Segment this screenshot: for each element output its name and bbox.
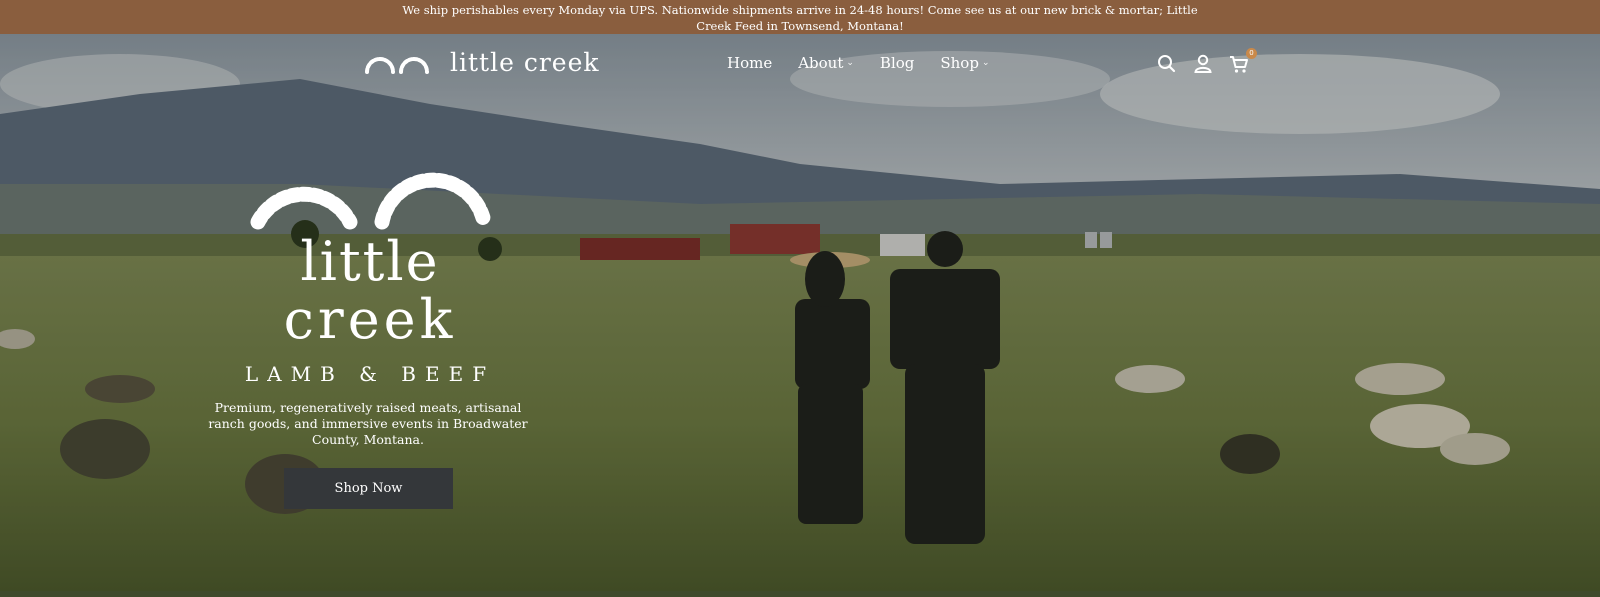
shop-now-button[interactable]: Shop Now — [284, 468, 453, 509]
hero-logo-word-little: little — [300, 230, 440, 293]
nav-item-about[interactable]: About ⌄ — [798, 54, 854, 72]
brand-logo-link[interactable]: little creek — [364, 48, 600, 77]
rainbow-logo-icon — [365, 56, 429, 74]
hero-rainbow-logo-icon — [250, 172, 492, 230]
hero-description: Premium, regeneratively raised meats, ar… — [208, 400, 528, 447]
nav-item-shop[interactable]: Shop ⌄ — [940, 54, 989, 72]
nav-label-shop: Shop — [940, 54, 979, 72]
nav-label-about: About — [798, 54, 844, 72]
cart-count-badge: 0 — [1246, 48, 1257, 59]
brand-name: little creek — [450, 48, 600, 77]
site-header: little creek Home About ⌄ Blog Shop ⌄ 0 — [0, 34, 1600, 94]
announcement-text: We ship perishables every Monday via UPS… — [402, 3, 1198, 33]
cart-icon[interactable]: 0 — [1228, 48, 1257, 75]
account-icon[interactable] — [1192, 53, 1214, 75]
main-nav: Home About ⌄ Blog Shop ⌄ — [727, 54, 990, 72]
nav-label-home: Home — [727, 54, 773, 72]
announcement-bar: We ship perishables every Monday via UPS… — [0, 0, 1600, 34]
hero-tagline: LAMB & BEEF — [244, 362, 496, 386]
nav-item-blog[interactable]: Blog — [880, 54, 914, 72]
nav-label-blog: Blog — [879, 54, 915, 72]
hero-logo-word-creek: creek — [283, 288, 457, 351]
chevron-down-icon: ⌄ — [981, 58, 990, 68]
search-icon[interactable] — [1156, 53, 1178, 75]
footer-strip — [0, 591, 1600, 597]
nav-item-home[interactable]: Home — [727, 54, 772, 72]
chevron-down-icon: ⌄ — [846, 58, 854, 68]
header-icons: 0 — [1156, 48, 1257, 75]
